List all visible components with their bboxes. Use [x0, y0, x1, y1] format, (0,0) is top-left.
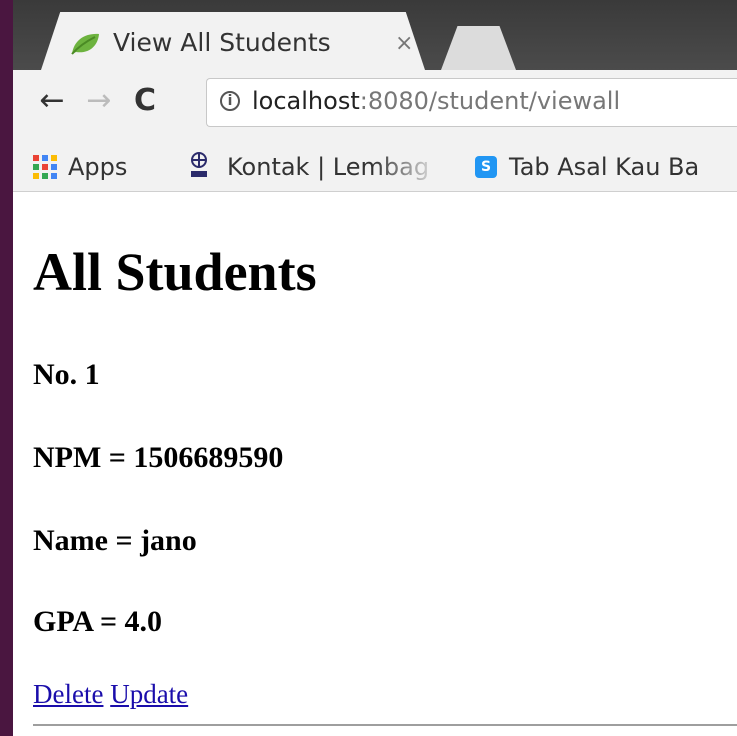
url-text: localhost:8080/student/viewall	[252, 84, 620, 118]
update-link[interactable]: Update	[110, 679, 188, 709]
apps-grid-icon[interactable]	[33, 155, 58, 180]
leaf-icon	[71, 33, 99, 55]
tab-close-icon[interactable]: ×	[395, 30, 413, 58]
url-path: :8080/student/viewall	[359, 87, 621, 115]
bookmark-tab-asal[interactable]: Tab Asal Kau Ba	[509, 151, 699, 183]
student-actions: Delete Update	[33, 678, 188, 710]
student-number: No. 1	[33, 358, 100, 391]
tab-app-icon: S	[475, 156, 497, 178]
bookmark-label-fade	[373, 148, 453, 188]
student-npm: NPM = 1506689590	[33, 441, 284, 474]
browser-window: View All Students × ← → C i localhost:80…	[13, 0, 737, 736]
divider	[33, 724, 737, 726]
page-title: All Students	[33, 242, 317, 302]
bookmark-apps[interactable]: Apps	[68, 151, 127, 183]
url-host: localhost	[252, 87, 360, 115]
page-content: All Students No. 1 NPM = 1506689590 Name…	[33, 192, 737, 736]
forward-arrow-icon[interactable]: →	[82, 84, 116, 118]
student-name: Name = jano	[33, 524, 197, 557]
screen: View All Students × ← → C i localhost:80…	[0, 0, 737, 736]
delete-link[interactable]: Delete	[33, 679, 103, 709]
reload-icon[interactable]: C	[128, 84, 162, 118]
university-logo-icon	[191, 152, 207, 177]
tab-title: View All Students	[113, 28, 331, 57]
desktop-launcher-edge	[0, 0, 13, 736]
back-arrow-icon[interactable]: ←	[35, 84, 69, 118]
info-icon[interactable]: i	[220, 91, 240, 111]
student-gpa: GPA = 4.0	[33, 605, 163, 638]
